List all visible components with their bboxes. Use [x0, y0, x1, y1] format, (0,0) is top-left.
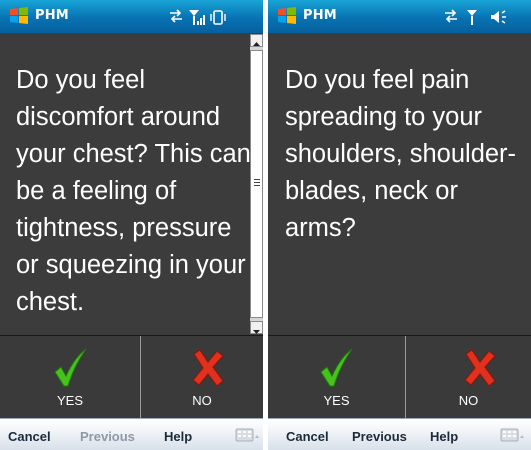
signal-icon[interactable]	[189, 10, 205, 25]
scroll-up-button[interactable]	[250, 34, 263, 47]
signal-icon[interactable]	[467, 10, 477, 25]
cross-icon	[192, 349, 224, 387]
help-softkey[interactable]: Help	[430, 429, 458, 444]
windows-start-icon[interactable]	[277, 6, 297, 26]
previous-softkey[interactable]: Previous	[80, 429, 135, 444]
vibrate-icon[interactable]	[210, 10, 226, 25]
no-button[interactable]: NO	[141, 336, 263, 418]
answer-row: YES NO	[268, 335, 531, 418]
question-panel: Do you feel discomfort around your chest…	[0, 34, 263, 334]
softkey-bar: Cancel Previous Help	[268, 418, 531, 450]
status-icons	[170, 9, 226, 25]
cancel-softkey[interactable]: Cancel	[286, 429, 329, 444]
status-icons	[445, 9, 506, 25]
question-text: Do you feel pain spreading to your shoul…	[285, 66, 517, 242]
cross-icon	[464, 349, 496, 387]
checkmark-icon	[54, 348, 87, 387]
yes-label: YES	[323, 393, 350, 408]
question-text: Do you feel discomfort around your chest…	[16, 66, 251, 316]
windows-start-icon[interactable]	[9, 6, 29, 26]
softkey-bar: Cancel Previous Help	[0, 418, 263, 450]
checkmark-icon	[320, 348, 353, 387]
yes-button[interactable]: YES	[268, 336, 405, 418]
speaker-icon[interactable]	[491, 10, 506, 24]
help-softkey[interactable]: Help	[164, 429, 192, 444]
cancel-softkey[interactable]: Cancel	[8, 429, 51, 444]
connectivity-icon[interactable]	[170, 9, 182, 23]
scroll-down-button[interactable]	[250, 321, 263, 334]
grip-icon	[254, 179, 260, 186]
no-label: NO	[458, 393, 479, 408]
question-panel: Do you feel pain spreading to your shoul…	[268, 34, 531, 334]
yes-label: YES	[56, 393, 83, 408]
title-bar: PHM	[268, 0, 531, 34]
arrow-up-icon	[253, 42, 260, 46]
keyboard-icon[interactable]	[235, 427, 261, 445]
phone-screen-right: PHM Do you feel pain spreading to your s…	[268, 0, 531, 450]
answer-row: YES NO	[0, 335, 263, 418]
no-label: NO	[192, 393, 212, 408]
previous-softkey[interactable]: Previous	[352, 429, 407, 444]
app-title: PHM	[35, 8, 69, 23]
title-bar: PHM	[0, 0, 263, 34]
scroll-thumb[interactable]	[250, 50, 263, 318]
connectivity-icon[interactable]	[445, 9, 457, 23]
vertical-scrollbar[interactable]	[250, 34, 263, 334]
no-button[interactable]: NO	[406, 336, 531, 418]
app-title: PHM	[303, 8, 337, 23]
phone-screen-left: PHM Do you feel discomfort around your c…	[0, 0, 263, 450]
yes-button[interactable]: YES	[0, 336, 140, 418]
keyboard-icon[interactable]	[500, 427, 526, 445]
